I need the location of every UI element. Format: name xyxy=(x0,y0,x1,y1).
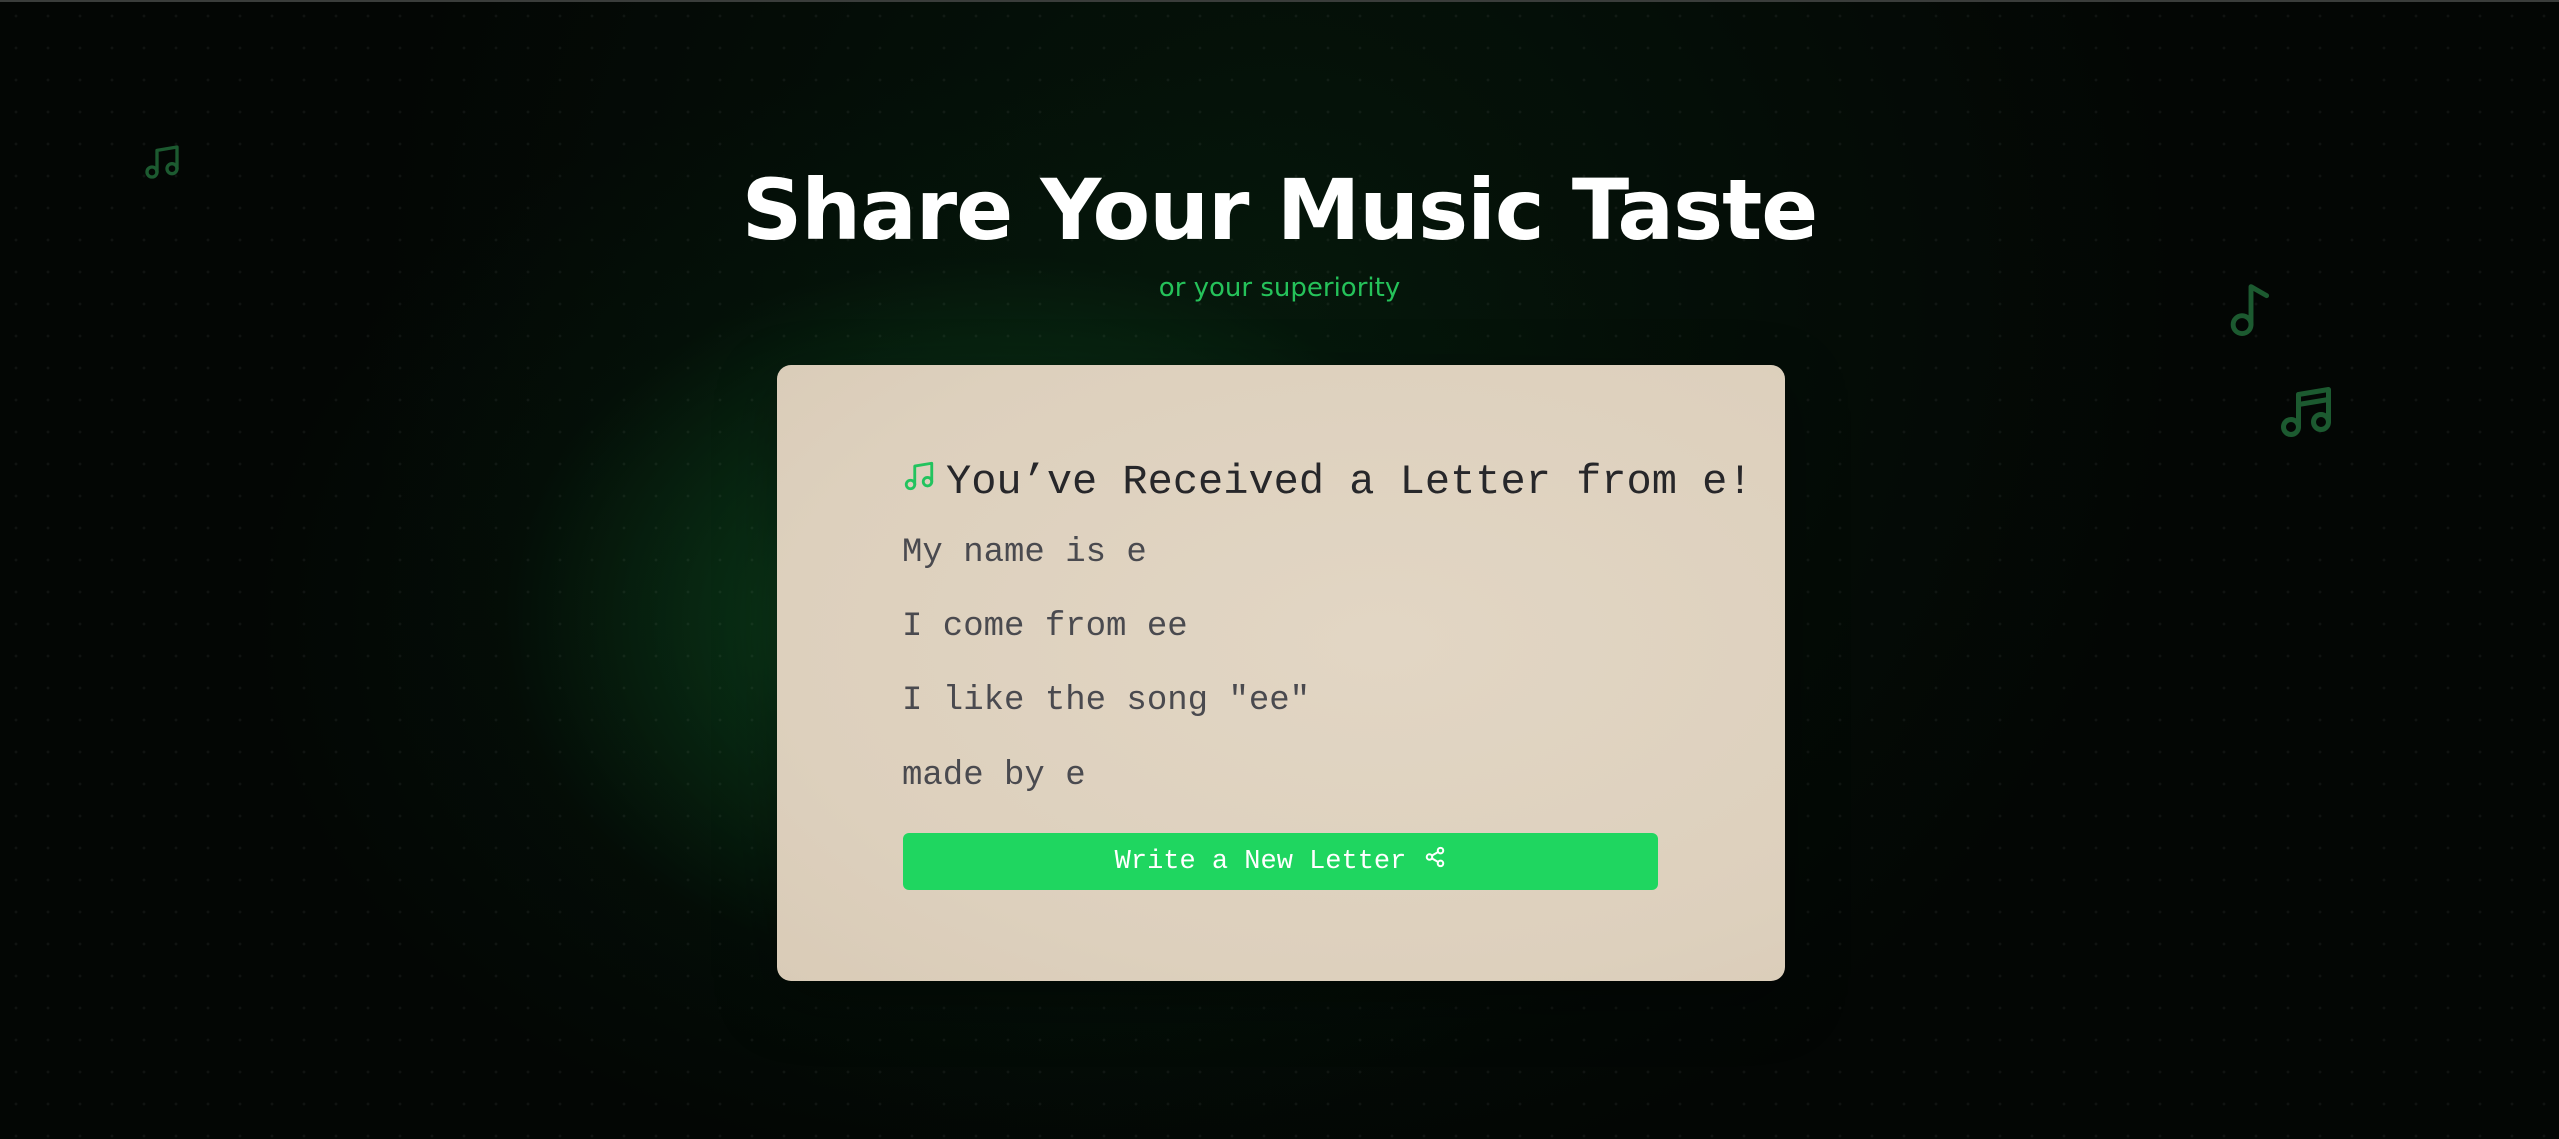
window-top-border xyxy=(0,0,2559,2)
letter-line-song: I like the song "ee" xyxy=(902,682,1311,720)
letter-heading-text: You’ve Received a Letter from e! xyxy=(946,458,1753,506)
write-new-letter-button[interactable]: Write a New Letter xyxy=(903,833,1658,890)
share-icon xyxy=(1424,846,1446,877)
letter-line-origin: I come from ee xyxy=(902,608,1188,646)
letter-line-name: My name is e xyxy=(902,534,1147,572)
letter-line-artist: made by e xyxy=(902,757,1086,795)
page-title: Share Your Music Taste xyxy=(741,161,1818,259)
write-new-letter-label: Write a New Letter xyxy=(1114,846,1407,877)
music-note-icon xyxy=(902,455,936,509)
music-notes-icon xyxy=(2276,382,2336,442)
letter-card: You’ve Received a Letter from e! My name… xyxy=(777,365,1785,981)
letter-heading: You’ve Received a Letter from e! xyxy=(902,455,1753,509)
page-subtitle: or your superiority xyxy=(1158,273,1401,303)
